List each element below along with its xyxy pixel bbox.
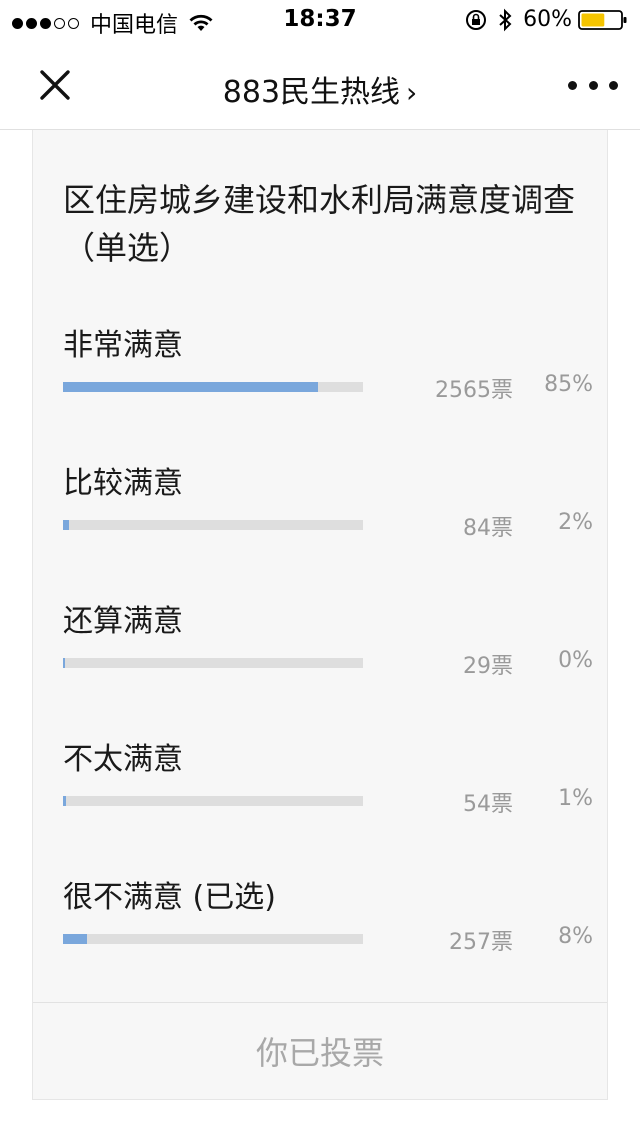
vote-percent: 1% — [558, 786, 593, 811]
survey-option: 比较满意 84票 2% — [63, 458, 593, 558]
survey-question: 区住房城乡建设和水利局满意度调查（单选） — [63, 181, 576, 267]
option-label: 还算满意 — [63, 604, 183, 639]
result-bar-track — [63, 658, 363, 668]
survey-option: 非常满意 2565票 85% — [63, 320, 593, 420]
chevron-right-icon: › — [406, 76, 418, 109]
vote-percent: 0% — [558, 648, 593, 673]
result-bar-fill — [63, 520, 69, 530]
vote-count: 84票 — [463, 516, 513, 541]
survey-option: 还算满意 29票 0% — [63, 596, 593, 696]
status-bar: 中国电信 18:37 60% — [0, 0, 640, 40]
result-bar-track — [63, 520, 363, 530]
voted-label: 你已投票 — [255, 1034, 384, 1072]
battery-percent: 60% — [523, 7, 572, 32]
result-bar-fill — [63, 382, 318, 392]
page-title[interactable]: 883民生热线 › — [0, 67, 640, 111]
result-bar-fill — [63, 934, 87, 944]
option-label: 很不满意 (已选) — [63, 880, 276, 915]
option-label: 非常满意 — [63, 328, 183, 363]
option-label: 比较满意 — [63, 466, 183, 501]
nav-bar: 883民生热线 › — [0, 40, 640, 130]
vote-count: 29票 — [463, 654, 513, 679]
result-bar-track — [63, 382, 363, 392]
battery-icon — [578, 9, 627, 30]
survey-option: 不太满意 54票 1% — [63, 734, 593, 834]
bluetooth-icon — [499, 8, 512, 31]
more-icon[interactable] — [568, 68, 618, 102]
result-bar-track — [63, 796, 363, 806]
vote-count: 257票 — [449, 930, 513, 955]
result-bar-fill — [63, 796, 66, 806]
vote-percent: 8% — [558, 924, 593, 949]
result-bar-fill — [63, 658, 65, 668]
voted-status: 你已投票 — [33, 1002, 607, 1099]
status-right: 60% — [465, 7, 628, 32]
page-title-text: 883民生热线 — [222, 75, 401, 110]
survey-card: 区住房城乡建设和水利局满意度调查（单选） 非常满意 2565票 85% 比较满意… — [32, 130, 608, 1100]
vote-percent: 2% — [558, 510, 593, 535]
survey-option: 很不满意 (已选) 257票 8% — [63, 872, 593, 972]
vote-count: 54票 — [463, 792, 513, 817]
option-label: 不太满意 — [63, 742, 183, 777]
result-bar-track — [63, 934, 363, 944]
vote-count: 2565票 — [435, 378, 513, 403]
vote-percent: 85% — [544, 372, 593, 397]
rotation-lock-icon — [466, 9, 487, 30]
